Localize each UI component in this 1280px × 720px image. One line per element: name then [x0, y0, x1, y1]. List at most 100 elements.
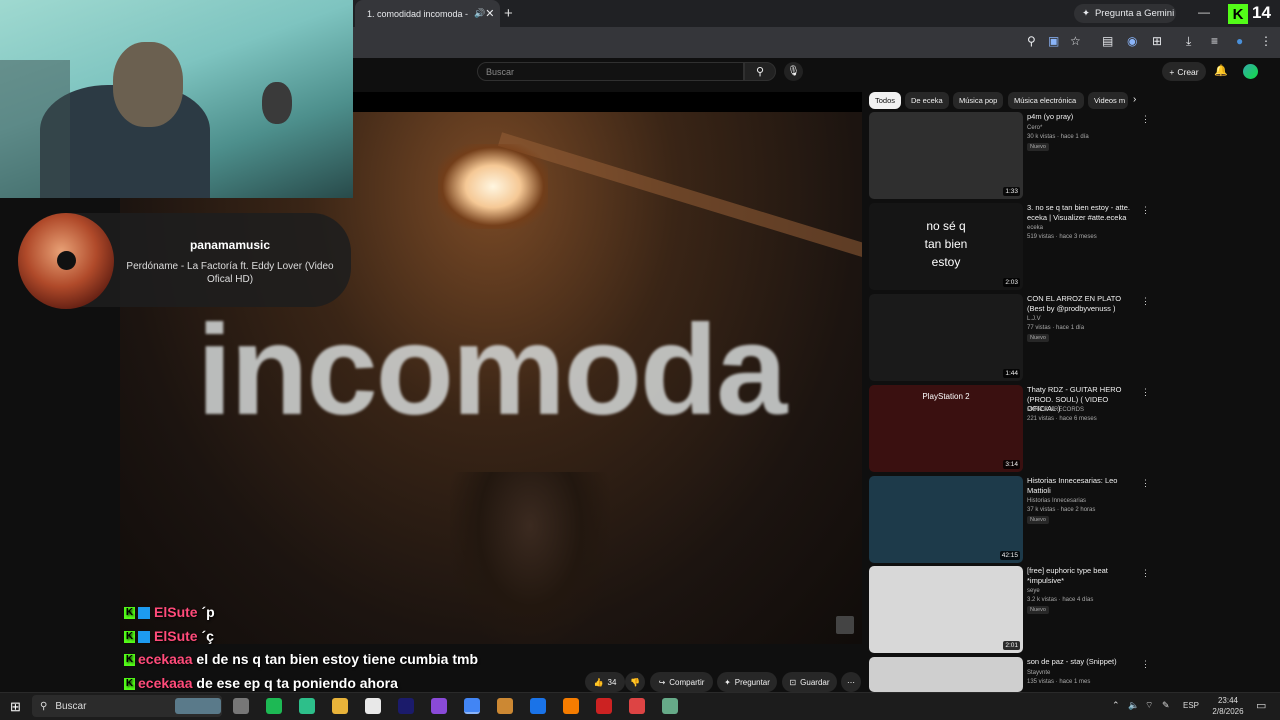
recommendation-item[interactable]: son de paz - stay (Snippet) Stayvnte 135 v…: [869, 657, 1169, 692]
spotify-icon[interactable]: [266, 698, 282, 714]
tab-close-icon[interactable]: ✕: [485, 7, 494, 20]
window-minimize-button[interactable]: —: [1198, 5, 1210, 19]
thumb-preview[interactable]: [175, 698, 221, 714]
create-button[interactable]: + Crear: [1162, 62, 1206, 81]
recommendation-title[interactable]: Historias Innecesarias: Leo Mattioli: [1027, 476, 1137, 495]
create-label: Crear: [1177, 66, 1199, 77]
notification-center-icon[interactable]: ▭: [1256, 699, 1266, 712]
chrome-icon[interactable]: [464, 698, 480, 714]
system-tray-chevron-icon[interactable]: ⌃: [1112, 700, 1120, 711]
webcam-background: [0, 60, 70, 198]
more-options-icon[interactable]: ⋮: [1141, 114, 1150, 125]
recommendation-channel[interactable]: L.J.V: [1027, 315, 1147, 323]
media-icon[interactable]: [629, 698, 645, 714]
wifi-icon[interactable]: ⌔: [1145, 700, 1153, 711]
reading-list-icon[interactable]: ≡: [1211, 34, 1218, 48]
file-explorer-icon[interactable]: [332, 698, 348, 714]
recommendation-title[interactable]: son de paz - stay (Snippet): [1027, 657, 1137, 667]
filter-chip[interactable]: Todos: [869, 92, 901, 109]
share-button[interactable]: ↪ Compartir: [650, 672, 713, 692]
app-icon[interactable]: [431, 698, 447, 714]
recommendation-thumbnail[interactable]: 42:15: [869, 476, 1023, 563]
recommendation-item[interactable]: 1:33 p4m (yo pray) Cero* 30 k vistas · hace…: [869, 112, 1169, 199]
recommendation-thumbnail[interactable]: 2:01: [869, 566, 1023, 653]
recommendation-meta: 519 vistas · hace 3 meses: [1027, 234, 1097, 240]
notifications-bell-icon[interactable]: 🔔: [1214, 64, 1228, 77]
dislike-button[interactable]: 👎: [625, 672, 645, 692]
pen-icon[interactable]: ✎: [1162, 700, 1170, 711]
thumbnail-text: no sé q tan bien estoy: [924, 219, 968, 269]
more-actions-button[interactable]: ⋯: [841, 672, 861, 692]
recommendation-channel[interactable]: Stayvnte: [1027, 669, 1147, 677]
bookmark-star-icon[interactable]: ☆: [1070, 34, 1081, 48]
chat-message: Kecekaaa el de ns q tan bien estoy tiene…: [124, 651, 478, 667]
profile-icon[interactable]: ●: [1236, 34, 1243, 48]
more-options-icon[interactable]: ⋮: [1141, 568, 1150, 579]
download-icon[interactable]: ⤓: [1186, 34, 1191, 49]
filter-chip[interactable]: De eceka: [905, 92, 949, 109]
notepad-icon[interactable]: [365, 698, 381, 714]
recommendation-thumbnail[interactable]: PlayStation 2 3:14: [869, 385, 1023, 472]
windows-start-icon[interactable]: ⊞: [10, 699, 21, 715]
clock[interactable]: 23:44 2/8/2026: [1206, 695, 1250, 717]
browser-tab[interactable]: 1. comodidad incomoda - 🔊 ✕: [355, 0, 500, 27]
extension-icon[interactable]: ▤: [1102, 34, 1113, 48]
audio-extension-icon[interactable]: ◉: [1127, 34, 1137, 48]
save-button[interactable]: ⊡ Guardar: [782, 672, 837, 692]
recommendation-title[interactable]: [free] euphoric type beat *impulsive*: [1027, 566, 1137, 585]
app-icon[interactable]: [497, 698, 513, 714]
kick-badge-icon: K: [124, 631, 135, 644]
recommendation-item[interactable]: no sé q tan bien estoy 2:03 3. no se q tan…: [869, 203, 1169, 290]
ask-button[interactable]: ✦ Preguntar: [717, 672, 777, 692]
search-input[interactable]: Buscar: [477, 62, 744, 81]
translate-icon[interactable]: ▣: [1048, 34, 1059, 48]
recommendation-title[interactable]: CON EL ARROZ EN PLATO (Best by @prodbyve…: [1027, 294, 1137, 313]
account-avatar[interactable]: [1243, 64, 1258, 79]
recommendation-thumbnail[interactable]: 1:33: [869, 112, 1023, 199]
volume-icon[interactable]: 🔈: [1128, 700, 1139, 711]
recommendation-thumbnail[interactable]: [869, 657, 1023, 692]
mic-button[interactable]: 🎙: [784, 62, 803, 81]
premiere-icon[interactable]: [398, 698, 414, 714]
filter-chip[interactable]: Videos m: [1088, 92, 1128, 109]
tab-audio-icon[interactable]: 🔊: [474, 8, 485, 19]
menu-icon[interactable]: ⋮: [1260, 34, 1272, 48]
gemini-button[interactable]: ✦ Pregunta a Gemini: [1074, 4, 1176, 23]
zoom-icon[interactable]: ⚲: [1027, 34, 1036, 48]
filter-chip[interactable]: Música electrónica: [1008, 92, 1084, 109]
more-options-icon[interactable]: ⋮: [1141, 296, 1150, 307]
recommendation-channel[interactable]: eceka: [1027, 224, 1147, 232]
recommendation-channel[interactable]: MORGANRECORDS: [1027, 406, 1147, 414]
more-options-icon[interactable]: ⋮: [1141, 387, 1150, 398]
recommendation-item[interactable]: PlayStation 2 3:14 Thaty RDZ - GUITAR HERO…: [869, 385, 1169, 472]
video-duration: 3:14: [1003, 460, 1020, 469]
search-button[interactable]: ⚲: [744, 62, 776, 81]
webcam-overlay: [0, 0, 353, 198]
chevron-right-icon[interactable]: ›: [1133, 94, 1136, 105]
recommendation-title[interactable]: 3. no se q tan bien estoy - atte. eceka …: [1027, 203, 1137, 222]
shield-icon[interactable]: [662, 698, 678, 714]
recommendation-thumbnail[interactable]: no sé q tan bien estoy 2:03: [869, 203, 1023, 290]
app-icon[interactable]: [299, 698, 315, 714]
recommendation-thumbnail[interactable]: 1:44: [869, 294, 1023, 381]
recommendation-channel[interactable]: Cero*: [1027, 124, 1147, 132]
video-duration: 42:15: [999, 551, 1020, 560]
puzzle-icon[interactable]: ⊞: [1152, 34, 1162, 48]
more-options-icon[interactable]: ⋮: [1141, 659, 1150, 670]
app-icon[interactable]: [596, 698, 612, 714]
app-icon[interactable]: [530, 698, 546, 714]
new-tab-button[interactable]: +: [504, 5, 513, 22]
vlc-icon[interactable]: [563, 698, 579, 714]
filter-chip[interactable]: Música pop: [953, 92, 1003, 109]
recommendation-title[interactable]: p4m (yo pray): [1027, 112, 1137, 122]
recommendation-item[interactable]: 2:01 [free] euphoric type beat *impulsive…: [869, 566, 1169, 653]
more-options-icon[interactable]: ⋮: [1141, 478, 1150, 489]
recommendation-channel[interactable]: seye: [1027, 587, 1147, 595]
language-indicator[interactable]: ESP: [1183, 701, 1199, 710]
more-options-icon[interactable]: ⋮: [1141, 205, 1150, 216]
like-button[interactable]: 👍 34: [585, 672, 625, 692]
recommendation-item[interactable]: 1:44 CON EL ARROZ EN PLATO (Best by @prod…: [869, 294, 1169, 381]
recommendation-channel[interactable]: Historias Innecesarias: [1027, 497, 1147, 505]
task-view-icon[interactable]: [233, 698, 249, 714]
recommendation-item[interactable]: 42:15 Historias Innecesarias: Leo Mattiol…: [869, 476, 1169, 563]
